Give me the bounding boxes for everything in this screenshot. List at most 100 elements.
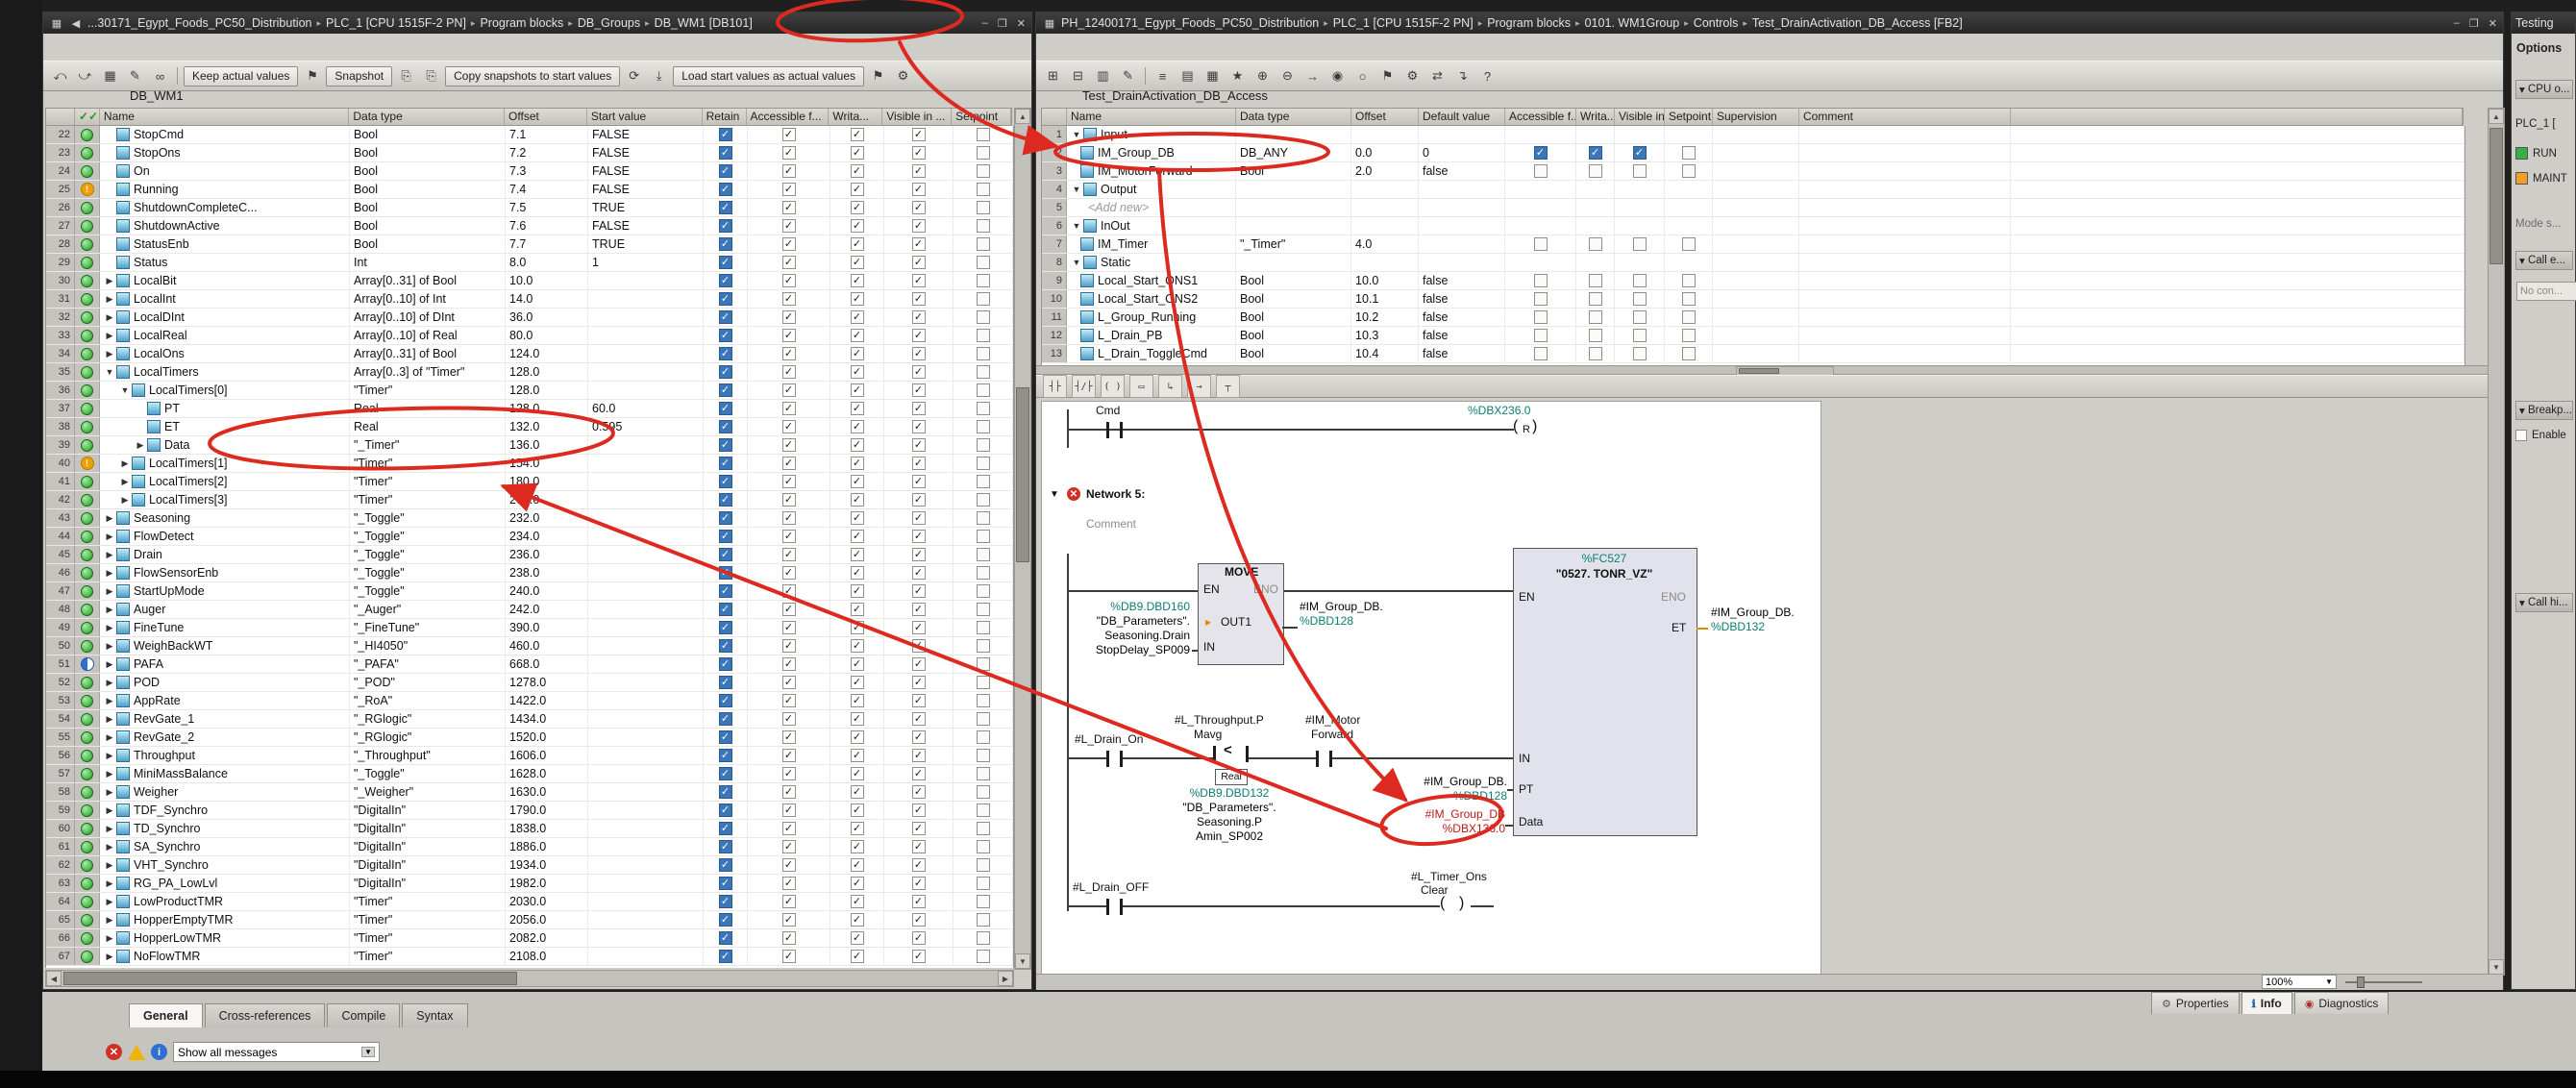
absolute-operands-icon[interactable]: ▤ (1177, 65, 1199, 87)
scroll-thumb[interactable] (1016, 387, 1029, 562)
checkbox-accessible[interactable]: ✓ (782, 895, 796, 908)
cell-datatype[interactable]: "DigitalIn" (350, 838, 506, 855)
row-StatusEnb[interactable]: 28StatusEnbBool7.7TRUE✓✓✓✓ (46, 235, 1013, 254)
checkbox-visible[interactable]: ✓ (912, 639, 926, 653)
cell-startvalue[interactable] (588, 729, 704, 746)
checkbox-retain[interactable]: ✓ (719, 274, 732, 287)
cell-comment[interactable] (1799, 235, 2011, 253)
checkbox-writable[interactable]: ✓ (851, 785, 864, 799)
row-LocalTimers[1][interactable]: 40!▶LocalTimers[1]"Timer"154.0✓✓✓✓ (46, 455, 1013, 473)
cell-offset[interactable]: 14.0 (506, 290, 588, 308)
checkbox-visible[interactable]: ✓ (912, 584, 926, 598)
checkbox-writable[interactable]: ✓ (851, 822, 864, 835)
row-L_Drain_PB[interactable]: 12L_Drain_PBBool10.3false (1042, 327, 2465, 345)
expand-icon[interactable]: ▶ (104, 641, 115, 652)
branch-icon[interactable]: ┬ (1216, 375, 1240, 398)
cell-startvalue[interactable] (588, 619, 704, 636)
checkbox-accessible[interactable]: ✓ (782, 420, 796, 433)
checkbox-retain[interactable]: ✓ (719, 329, 732, 342)
checkbox-accessible[interactable]: ✓ (782, 347, 796, 360)
checkbox-retain[interactable]: ✓ (719, 383, 732, 397)
checkbox-visible[interactable]: ✓ (912, 822, 926, 835)
breadcrumb-segment[interactable]: PLC_1 [CPU 1515F-2 PN] (326, 16, 466, 30)
checkbox-accessible[interactable]: ✓ (782, 639, 796, 653)
checkbox-visible[interactable] (1633, 164, 1647, 178)
contact-im-motor-forward-bar[interactable] (1316, 751, 1319, 767)
checkbox-visible[interactable]: ✓ (912, 201, 926, 214)
cell-startvalue[interactable] (588, 491, 704, 508)
checkbox-setpoint[interactable] (977, 164, 990, 178)
cell-startvalue[interactable] (588, 601, 704, 618)
checkbox-accessible[interactable]: ✓ (782, 913, 796, 927)
scroll-thumb[interactable] (63, 972, 517, 985)
row-TDF_Synchro[interactable]: 59▶TDF_Synchro"DigitalIn"1790.0✓✓✓✓ (46, 802, 1013, 820)
checkbox-accessible[interactable]: ✓ (782, 237, 796, 251)
cell-supervision[interactable] (1713, 235, 1799, 253)
contact-l-drain-off-label[interactable]: #L_Drain_OFF (1073, 880, 1149, 894)
jump-icon[interactable]: ↴ (1451, 65, 1474, 87)
checkbox-visible[interactable]: ✓ (1633, 146, 1647, 160)
checkbox-writable[interactable]: ✓ (851, 511, 864, 525)
checkbox-visible[interactable]: ✓ (912, 402, 926, 415)
checkbox-accessible[interactable]: ✓ (782, 530, 796, 543)
cell-datatype[interactable]: "_RGlogic" (350, 729, 506, 746)
cell-datatype[interactable]: Bool (1236, 162, 1351, 180)
cell-offset[interactable]: 10.0 (1351, 272, 1419, 289)
cell-defaultvalue[interactable]: false (1419, 327, 1505, 344)
cell-offset[interactable] (1351, 126, 1419, 143)
checkbox-accessible[interactable]: ✓ (782, 730, 796, 744)
cell-offset[interactable]: 1982.0 (506, 875, 588, 892)
checkbox-retain[interactable]: ✓ (719, 694, 732, 707)
cell-supervision[interactable] (1713, 272, 1799, 289)
checkbox-setpoint[interactable] (1682, 310, 1696, 324)
comments-toggle-icon[interactable]: ▦ (1201, 65, 1224, 87)
tonr-pt-operand[interactable]: #IM_Group_DB.%DBD128 (1388, 775, 1507, 804)
cell-offset[interactable]: 206.0 (506, 491, 588, 508)
row-FineTune[interactable]: 49▶FineTune"_FineTune"390.0✓✓✓✓ (46, 619, 1013, 637)
scroll-thumb[interactable] (1739, 368, 1779, 374)
checkbox-accessible[interactable]: ✓ (782, 256, 796, 269)
checkbox-visible[interactable]: ✓ (912, 895, 926, 908)
tonr-data-operand[interactable]: #IM_Group_DB%DBX136.0 (1390, 807, 1505, 836)
checkbox-retain[interactable]: ✓ (719, 584, 732, 598)
cell-supervision[interactable] (1713, 254, 1799, 271)
row-RevGate_1[interactable]: 54▶RevGate_1"_RGlogic"1434.0✓✓✓✓ (46, 710, 1013, 729)
cell-offset[interactable]: 8.0 (506, 254, 588, 271)
checkbox-retain[interactable]: ✓ (719, 530, 732, 543)
cell-datatype[interactable]: Bool (1236, 309, 1351, 326)
collapse-icon[interactable]: ▼ (104, 367, 115, 377)
zoom-select[interactable]: 100% ▼ (2262, 975, 2337, 989)
close-branch-icon[interactable]: → (1187, 375, 1211, 398)
cell-datatype[interactable]: "_Timer" (350, 436, 506, 454)
cell-supervision[interactable] (1713, 327, 1799, 344)
row-AppRate[interactable]: 53▶AppRate"_RoA"1422.0✓✓✓✓ (46, 692, 1013, 710)
vertical-scrollbar[interactable]: ▲ ▼ (2488, 108, 2505, 976)
cell-datatype[interactable]: "DigitalIn" (350, 856, 506, 874)
cell-datatype[interactable]: Bool (350, 199, 506, 216)
copy-snapshots-button[interactable]: Copy snapshots to start values (445, 66, 620, 87)
checkbox-writable[interactable]: ✓ (851, 749, 864, 762)
expand-icon[interactable]: ▶ (104, 842, 115, 853)
cell-startvalue[interactable] (588, 382, 704, 399)
checkbox-writable[interactable]: ✓ (851, 913, 864, 927)
cell-datatype[interactable]: Bool (350, 181, 506, 198)
cell-startvalue[interactable] (588, 783, 704, 801)
expand-icon[interactable]: ▶ (104, 550, 115, 560)
checkbox-writable[interactable] (1589, 310, 1602, 324)
cell-supervision[interactable] (1713, 144, 1799, 161)
breadcrumb-segment[interactable]: PLC_1 [CPU 1515F-2 PN] (1333, 16, 1474, 30)
expand-all-icon[interactable]: ▦ (99, 65, 121, 87)
cell-startvalue[interactable] (588, 747, 704, 764)
copy-snapshot-all-icon[interactable]: ⎘ (420, 65, 442, 87)
collapse-icon[interactable]: ▼ (119, 385, 131, 395)
row-Auger[interactable]: 48▶Auger"_Auger"242.0✓✓✓✓ (46, 601, 1013, 619)
cell-startvalue[interactable] (588, 509, 704, 527)
contact-l-drain-off-bar[interactable] (1120, 899, 1123, 915)
expand-icon[interactable]: ▶ (104, 769, 115, 779)
go-to-icon[interactable]: → (1301, 65, 1324, 87)
cell-datatype[interactable]: "Timer" (350, 893, 506, 910)
expand-icon[interactable]: ▶ (104, 824, 115, 834)
checkbox-setpoint[interactable] (977, 457, 990, 470)
checkbox-writable[interactable] (1589, 292, 1602, 306)
expand-icon[interactable]: ▶ (104, 312, 115, 323)
